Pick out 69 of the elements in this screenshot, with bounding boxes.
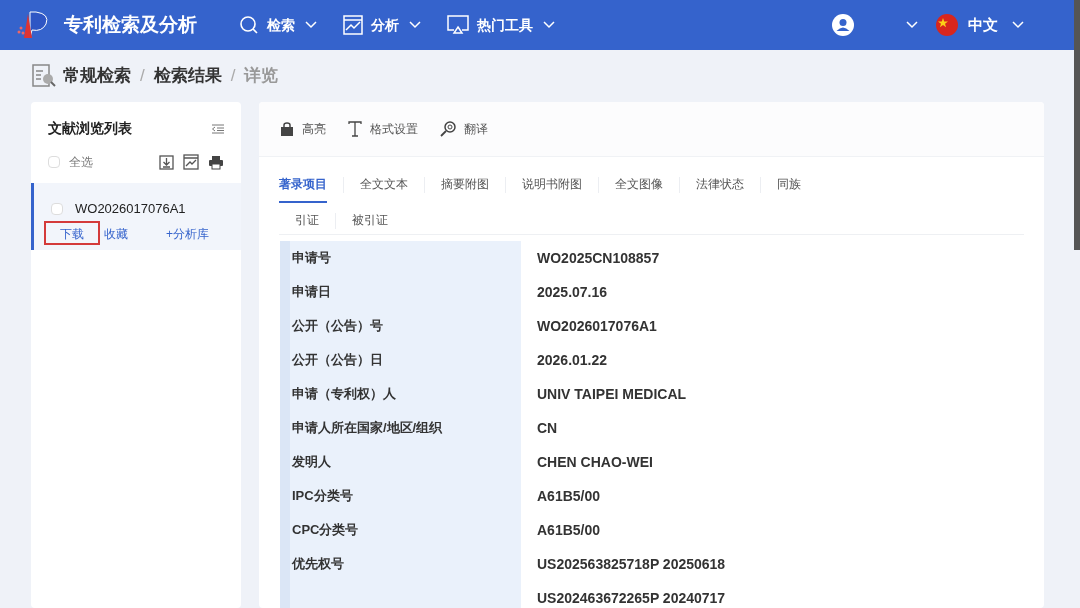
breadcrumb-item[interactable]: 常规检索 bbox=[63, 63, 131, 89]
toolbar-button[interactable]: 翻译 bbox=[464, 120, 488, 138]
breadcrumb-separator: / bbox=[140, 65, 145, 88]
tab[interactable]: 全文图像 bbox=[599, 167, 679, 203]
tab[interactable]: 同族 bbox=[761, 167, 817, 203]
field-value: US202463672265P 20240717 bbox=[537, 588, 726, 608]
language-label[interactable]: 中文 bbox=[968, 13, 998, 37]
action-link[interactable]: +分析库 bbox=[150, 220, 225, 245]
field-value: WO2026017076A1 bbox=[537, 316, 657, 336]
tab[interactable]: 说明书附图 bbox=[506, 167, 598, 203]
field-label: 申请号 bbox=[292, 249, 331, 268]
field-value: CN bbox=[537, 418, 558, 438]
toolbar-button[interactable]: 格式设置 bbox=[370, 120, 418, 138]
field-value: US202563825718P 20250618 bbox=[537, 554, 726, 574]
app-title: 专利检索及分析 bbox=[64, 12, 197, 37]
field-value: A61B5/00 bbox=[537, 486, 601, 506]
nav-item[interactable]: 检索 bbox=[267, 14, 295, 36]
search-icon[interactable] bbox=[239, 15, 259, 35]
caret-icon[interactable] bbox=[906, 21, 918, 29]
select-all-label: 全选 bbox=[69, 154, 93, 171]
field-value: WO2025CN108857 bbox=[537, 248, 660, 268]
monitor-icon[interactable] bbox=[447, 15, 469, 35]
breadcrumb-item: 详览 bbox=[244, 65, 279, 88]
field-label: 发明人 bbox=[292, 453, 331, 472]
breadcrumb-separator: / bbox=[230, 65, 236, 88]
field-label: 申请日 bbox=[292, 283, 331, 302]
field-label: 优先权号 bbox=[292, 555, 344, 574]
user-icon[interactable] bbox=[832, 14, 854, 36]
document-search-icon bbox=[31, 63, 57, 89]
caret-icon[interactable] bbox=[543, 21, 555, 29]
field-label: 申请人所在国家/地区/组织 bbox=[292, 419, 443, 438]
tab[interactable]: 法律状态 bbox=[680, 167, 760, 203]
tab[interactable]: 著录项目 bbox=[279, 167, 327, 203]
scrollbar[interactable] bbox=[1074, 0, 1080, 250]
magnifier-icon[interactable] bbox=[440, 121, 456, 137]
tab[interactable]: 摘要附图 bbox=[425, 167, 505, 203]
checkbox[interactable] bbox=[48, 156, 60, 168]
checkbox[interactable] bbox=[51, 202, 63, 215]
breadcrumb-item[interactable]: 检索结果 bbox=[153, 63, 222, 89]
tab[interactable]: 全文文本 bbox=[344, 167, 424, 203]
text-icon[interactable] bbox=[348, 121, 362, 137]
field-value: 2025.07.16 bbox=[537, 282, 608, 302]
panel-title: 文献浏览列表 bbox=[48, 119, 132, 138]
result-item[interactable]: WO2026017076A1 下载 收藏 +分析库 bbox=[31, 183, 241, 250]
field-value: A61B5/00 bbox=[537, 520, 601, 540]
print-icon[interactable] bbox=[208, 154, 224, 170]
patent-number[interactable]: WO2026017076A1 bbox=[75, 199, 186, 219]
toolbar-button[interactable]: 高亮 bbox=[302, 120, 326, 138]
chart-icon[interactable] bbox=[183, 154, 199, 170]
field-label: 申请（专利权）人 bbox=[292, 385, 396, 404]
field-value: 2026.01.22 bbox=[537, 350, 608, 370]
collapse-icon[interactable] bbox=[212, 123, 224, 134]
action-link[interactable]: 下载 bbox=[44, 220, 100, 245]
field-label: CPC分类号 bbox=[292, 521, 359, 540]
download-icon[interactable] bbox=[159, 154, 174, 170]
caret-icon[interactable] bbox=[409, 21, 421, 29]
tab[interactable]: 引证 bbox=[279, 207, 335, 234]
nav-item[interactable]: 分析 bbox=[371, 14, 399, 36]
field-label: IPC分类号 bbox=[292, 487, 353, 506]
caret-icon[interactable] bbox=[1012, 21, 1024, 29]
bag-icon[interactable] bbox=[280, 122, 294, 136]
caret-icon[interactable] bbox=[305, 21, 317, 29]
field-label: 公开（公告）日 bbox=[292, 351, 383, 370]
field-label: 公开（公告）号 bbox=[292, 317, 383, 336]
nav-item[interactable]: 热门工具 bbox=[477, 14, 533, 36]
field-value: CHEN CHAO-WEI bbox=[537, 452, 653, 472]
flag-icon[interactable] bbox=[936, 14, 958, 36]
field-value: UNIV TAIPEI MEDICAL bbox=[537, 384, 687, 404]
tab[interactable]: 被引证 bbox=[336, 207, 404, 234]
